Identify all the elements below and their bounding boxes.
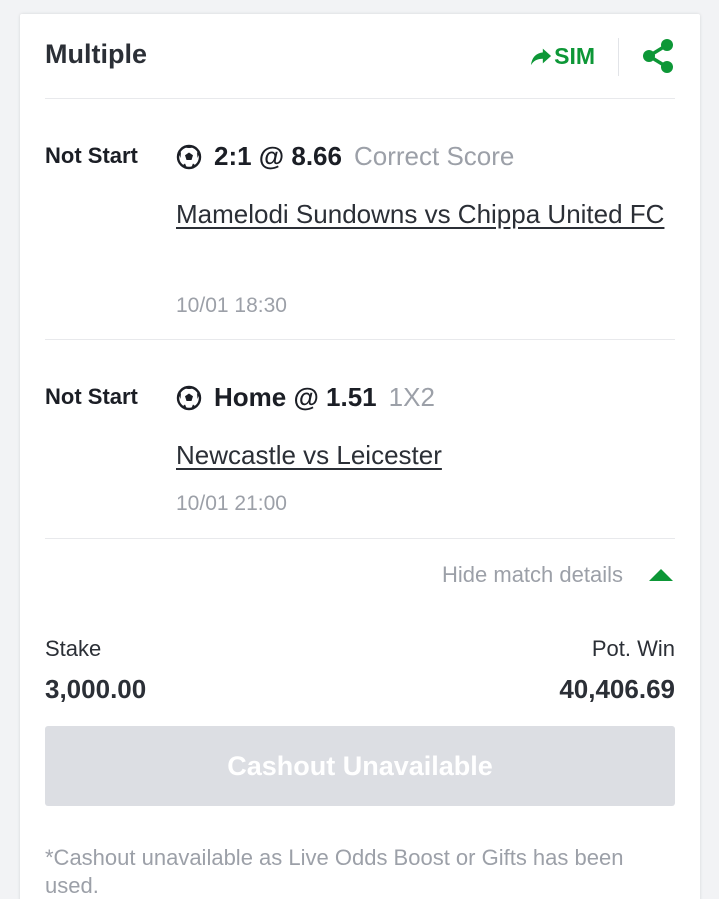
hide-match-details-toggle[interactable]: Hide match details xyxy=(442,562,675,588)
selection-market: Correct Score xyxy=(353,141,515,171)
sim-label: SIM xyxy=(554,42,595,69)
bet-card: Multiple SIM Not Start 2:1 @ 8.66 Correc… xyxy=(20,14,700,899)
match-link[interactable]: Mamelodi Sundowns vs Chippa United FC xyxy=(176,193,675,235)
stake-value: 3,000.00 xyxy=(45,674,147,704)
bet-type-title: Multiple xyxy=(45,39,147,69)
selection-pick: Home @ 1.51 xyxy=(214,382,377,412)
selection-status: Not Start xyxy=(45,143,138,168)
forward-arrow-icon xyxy=(531,48,552,66)
share-button[interactable] xyxy=(641,38,675,74)
hide-match-details-label: Hide match details xyxy=(442,562,623,587)
selection-status: Not Start xyxy=(45,384,138,409)
match-time: 10/01 21:00 xyxy=(176,492,287,515)
cashout-note: *Cashout unavailable as Live Odds Boost … xyxy=(45,845,624,898)
soccer-ball-icon xyxy=(176,385,202,410)
selection-market: 1X2 xyxy=(388,382,435,412)
header-divider xyxy=(618,38,619,76)
match-time: 10/01 18:30 xyxy=(176,294,287,317)
soccer-ball-icon xyxy=(176,144,202,169)
share-icon xyxy=(643,39,673,73)
selection-pick: 2:1 @ 8.66 xyxy=(214,141,342,171)
pot-win-value: 40,406.69 xyxy=(559,674,675,704)
bet-header: Multiple SIM xyxy=(45,14,675,99)
pot-win-label: Pot. Win xyxy=(591,636,675,661)
triangle-up-icon xyxy=(649,569,673,581)
selection-pick-row: Home @ 1.51 1X2 xyxy=(176,382,435,413)
selection-item: Not Start Home @ 1.51 1X2 Newcastle vs L… xyxy=(45,340,675,539)
match-link[interactable]: Newcastle vs Leicester xyxy=(176,434,675,476)
selection-item: Not Start 2:1 @ 8.66 Correct Score Mamel… xyxy=(45,99,675,340)
sim-button[interactable]: SIM xyxy=(530,39,595,73)
stake-label: Stake xyxy=(45,636,102,661)
cashout-button[interactable]: Cashout Unavailable xyxy=(45,726,675,806)
selection-pick-row: 2:1 @ 8.66 Correct Score xyxy=(176,141,514,172)
